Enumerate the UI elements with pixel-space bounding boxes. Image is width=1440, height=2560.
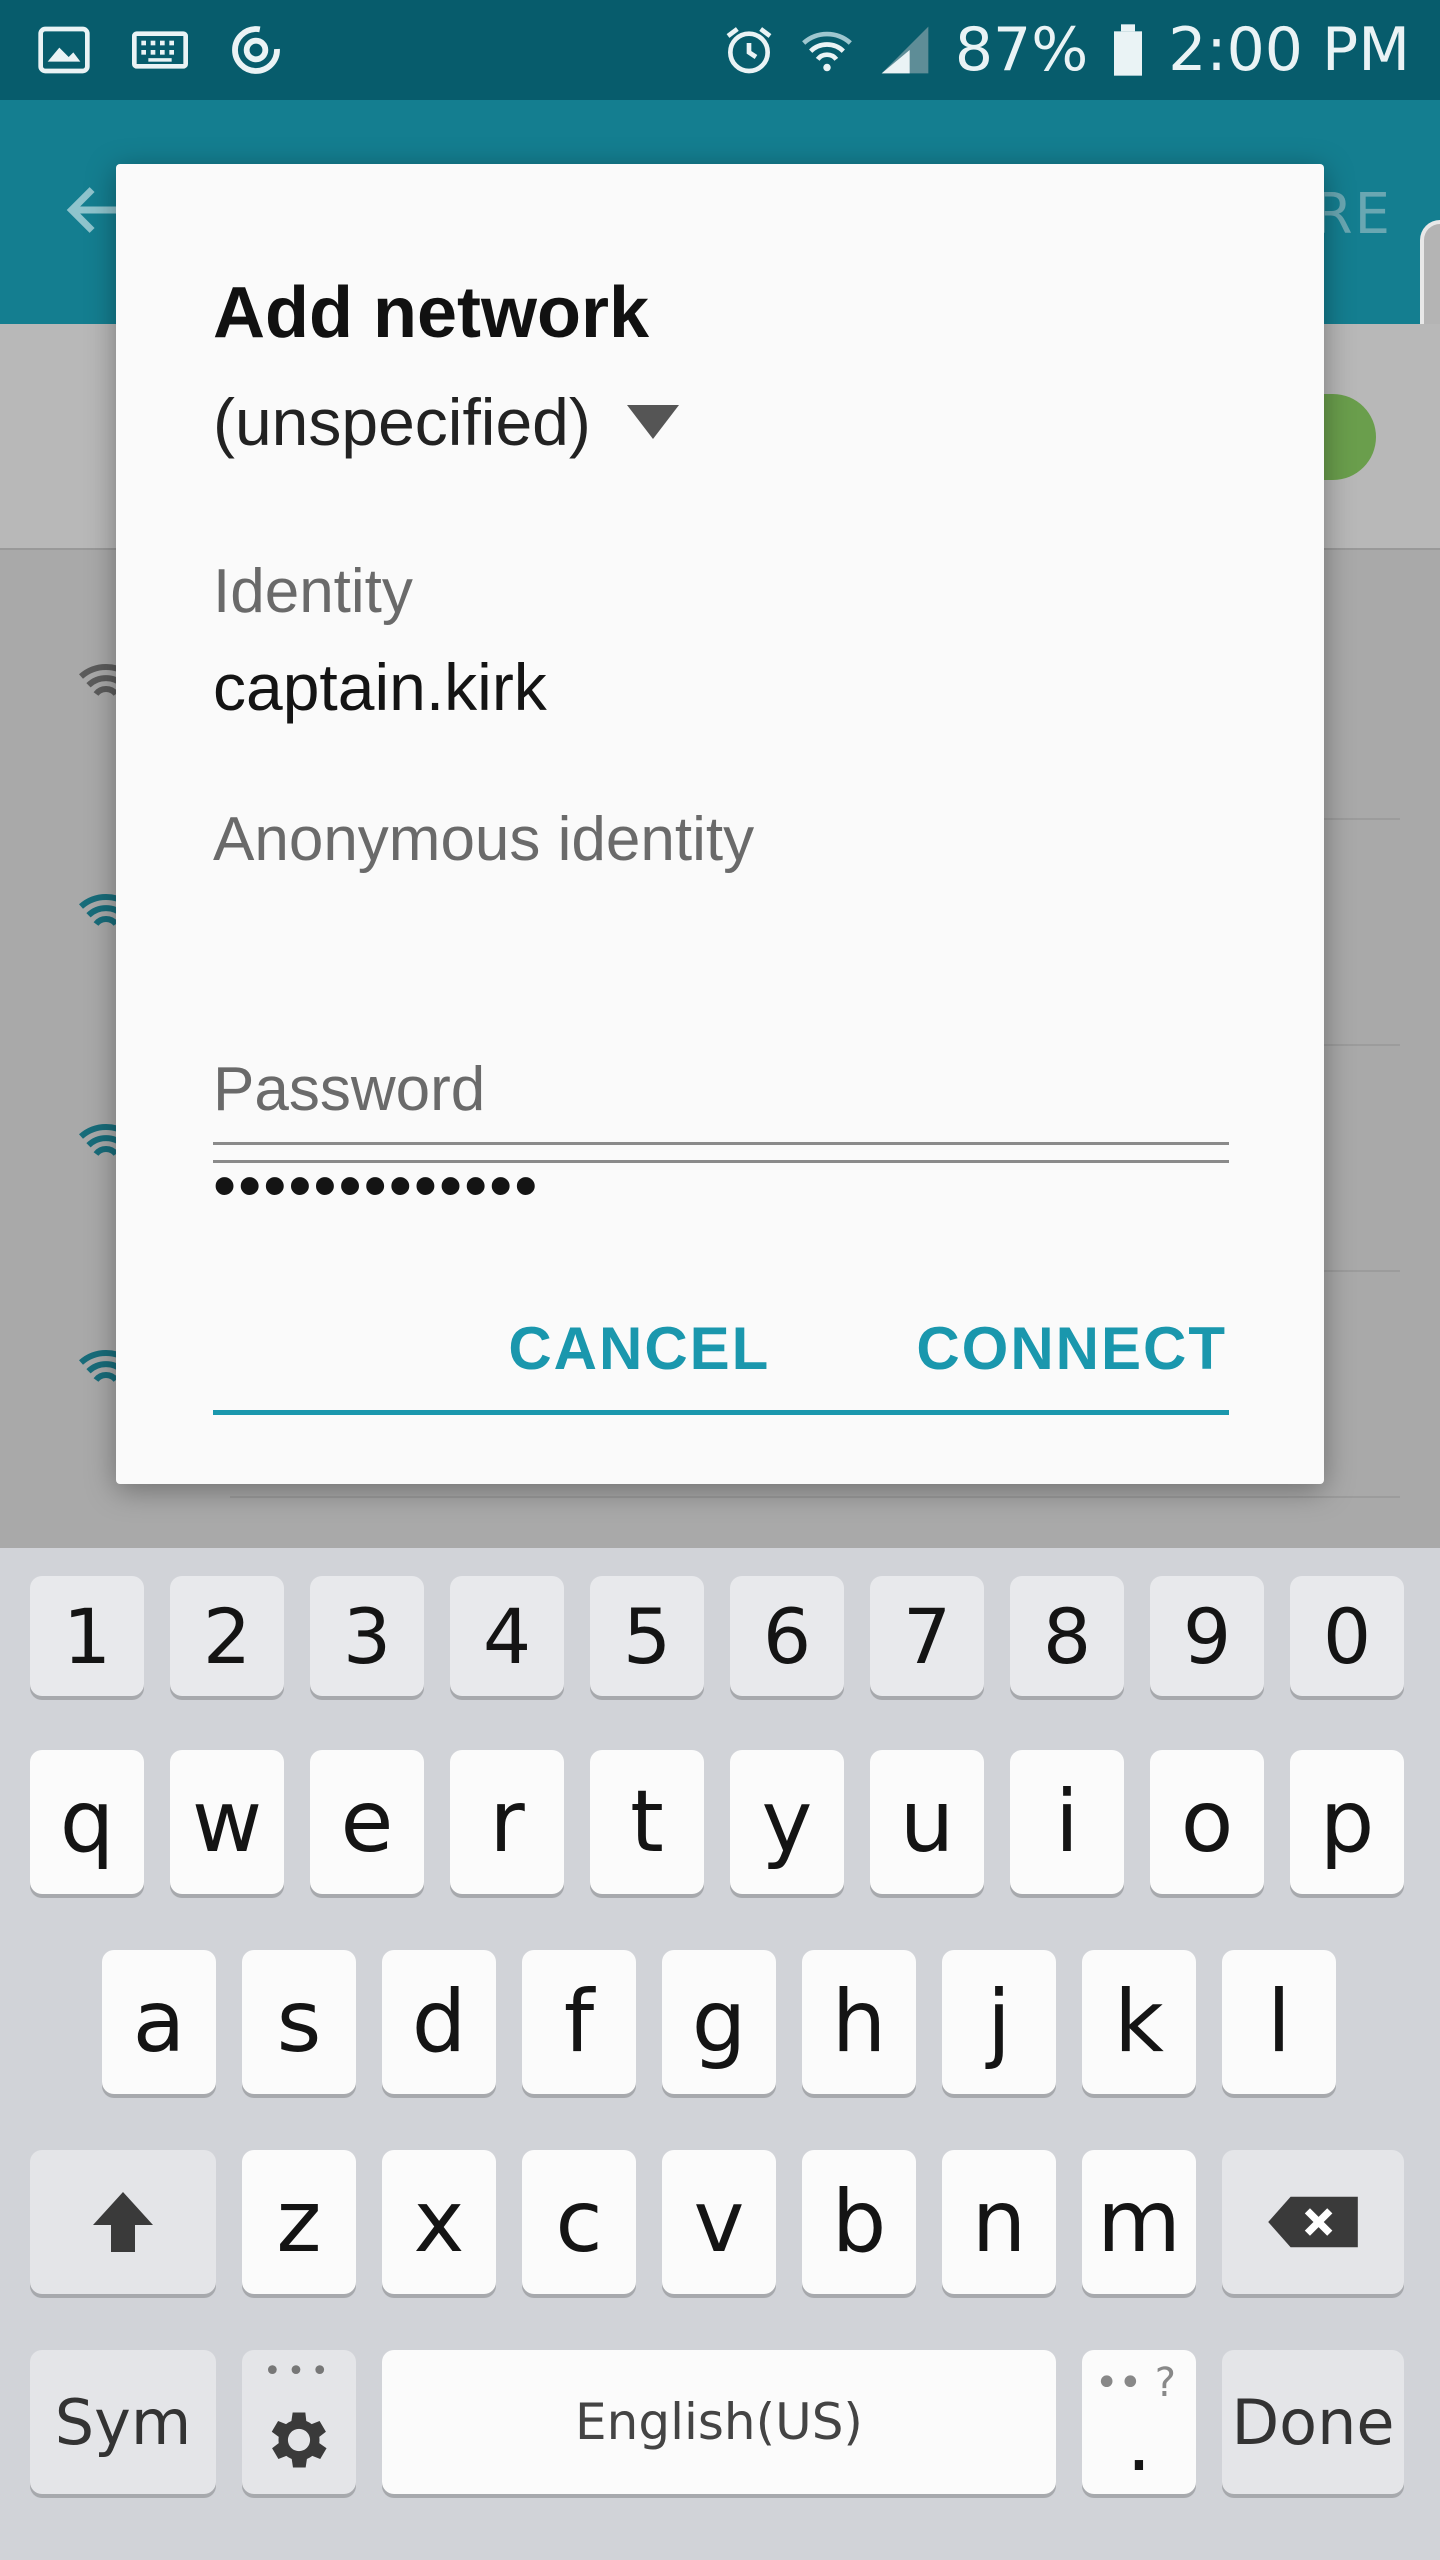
key-5[interactable]: 5 xyxy=(590,1576,704,1696)
key-c[interactable]: c xyxy=(522,2150,636,2294)
key-4[interactable]: 4 xyxy=(450,1576,564,1696)
battery-icon xyxy=(1114,24,1143,76)
shift-key[interactable] xyxy=(30,2150,216,2294)
key-r[interactable]: r xyxy=(450,1750,564,1894)
key-p[interactable]: p xyxy=(1290,1750,1404,1894)
clock: 2:00 PM xyxy=(1168,15,1410,85)
identity-label: Identity xyxy=(213,557,413,626)
key-l[interactable]: l xyxy=(1222,1950,1336,2094)
backspace-key[interactable] xyxy=(1222,2150,1404,2294)
password-field[interactable]: Password ••••••••••••• xyxy=(213,1054,1229,1415)
alarm-icon xyxy=(726,27,772,74)
gallery-icon xyxy=(38,26,90,74)
password-label: Password xyxy=(213,1055,486,1124)
key-y[interactable]: y xyxy=(730,1750,844,1894)
space-key[interactable]: English(US) xyxy=(382,2350,1056,2494)
identity-input[interactable]: captain.kirk xyxy=(213,647,1229,727)
key-f[interactable]: f xyxy=(522,1950,636,2094)
key-n[interactable]: n xyxy=(942,2150,1056,2294)
space-key-label: English(US) xyxy=(575,2393,863,2451)
sync-icon xyxy=(232,26,280,74)
dialog-title: Add network xyxy=(213,273,650,353)
key-g[interactable]: g xyxy=(662,1950,776,2094)
list-divider xyxy=(230,1496,1400,1498)
key-u[interactable]: u xyxy=(870,1750,984,1894)
key-s[interactable]: s xyxy=(242,1950,356,2094)
key-i[interactable]: i xyxy=(1010,1750,1124,1894)
key-9[interactable]: 9 xyxy=(1150,1576,1264,1696)
key-h[interactable]: h xyxy=(802,1950,916,2094)
eap-method-value: (unspecified) xyxy=(213,385,591,459)
done-key-label: Done xyxy=(1231,2385,1395,2459)
key-j[interactable]: j xyxy=(942,1950,1056,2094)
key-m[interactable]: m xyxy=(1082,2150,1196,2294)
period-key-label: . xyxy=(1126,2395,1152,2489)
key-0[interactable]: 0 xyxy=(1290,1576,1404,1696)
key-k[interactable]: k xyxy=(1082,1950,1196,2094)
key-6[interactable]: 6 xyxy=(730,1576,844,1696)
sym-key-label: Sym xyxy=(54,2385,192,2459)
battery-percent: 87% xyxy=(954,15,1089,85)
wifi-icon xyxy=(801,31,852,72)
sym-key[interactable]: Sym xyxy=(30,2350,216,2494)
key-a[interactable]: a xyxy=(102,1950,216,2094)
key-d[interactable]: d xyxy=(382,1950,496,2094)
key-o[interactable]: o xyxy=(1150,1750,1264,1894)
key-q[interactable]: q xyxy=(30,1750,144,1894)
status-bar: 87% 2:00 PM xyxy=(0,0,1440,100)
key-x[interactable]: x xyxy=(382,2150,496,2294)
key-1[interactable]: 1 xyxy=(30,1576,144,1696)
shift-arrow-icon xyxy=(93,2192,153,2252)
more-action-button[interactable]: RE xyxy=(1314,182,1392,247)
dropdown-arrow-icon xyxy=(626,405,679,439)
eap-method-spinner[interactable]: (unspecified) xyxy=(213,384,679,460)
anonymous-identity-input[interactable] xyxy=(213,895,1229,975)
anonymous-identity-label: Anonymous identity xyxy=(213,805,755,874)
key-b[interactable]: b xyxy=(802,2150,916,2294)
key-t[interactable]: t xyxy=(590,1750,704,1894)
period-key-hint: •• ? xyxy=(1094,2360,1176,2406)
connect-button[interactable]: CONNECT xyxy=(916,1314,1227,1383)
add-network-dialog: Add network (unspecified) Identity capta… xyxy=(116,164,1324,1484)
signal-icon xyxy=(881,26,929,74)
key-7[interactable]: 7 xyxy=(870,1576,984,1696)
key-8[interactable]: 8 xyxy=(1010,1576,1124,1696)
backspace-icon xyxy=(1268,2196,1358,2248)
cancel-button[interactable]: CANCEL xyxy=(508,1314,770,1383)
done-key[interactable]: Done xyxy=(1222,2350,1404,2494)
key-2[interactable]: 2 xyxy=(170,1576,284,1696)
gear-icon xyxy=(271,2412,327,2468)
key-e[interactable]: e xyxy=(310,1750,424,1894)
period-key[interactable]: •• ? . xyxy=(1082,2350,1196,2494)
settings-key-hint: ••• xyxy=(263,2354,335,2389)
keyboard-icon xyxy=(132,31,188,69)
key-3[interactable]: 3 xyxy=(310,1576,424,1696)
password-input[interactable]: ••••••••••••• xyxy=(213,1145,1229,1225)
key-w[interactable]: w xyxy=(170,1750,284,1894)
settings-key[interactable]: ••• xyxy=(242,2350,356,2494)
key-v[interactable]: v xyxy=(662,2150,776,2294)
key-z[interactable]: z xyxy=(242,2150,356,2294)
soft-keyboard: 1 2 3 4 5 6 7 8 9 0 q w e r t y u i o p … xyxy=(0,1548,1440,2560)
